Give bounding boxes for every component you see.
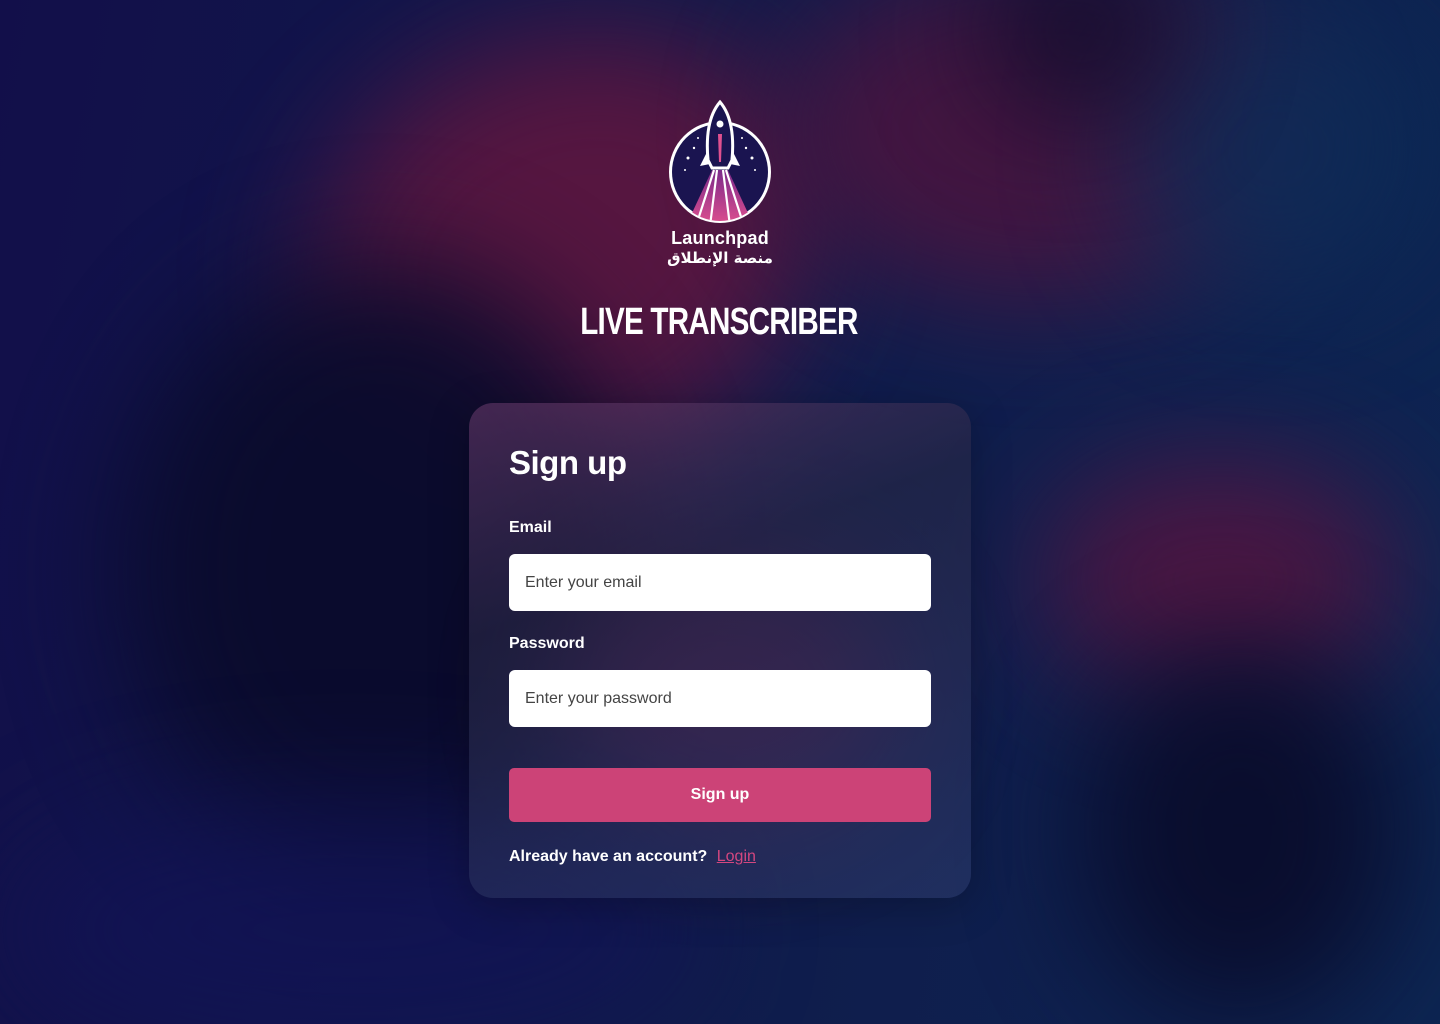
brand-name: Launchpad [671,228,769,248]
email-field[interactable] [509,554,931,611]
form-title: Sign up [509,444,627,481]
brand-logo: Launchpad منصة الإنطلاق [0,98,1440,268]
brand-name-arabic: منصة الإنطلاق [667,249,773,267]
signup-card: Sign up Email Password Sign up Already h… [469,403,971,898]
rocket-logo-icon [669,99,771,223]
password-field[interactable] [509,670,931,727]
email-label: Email [509,519,552,536]
login-link[interactable]: Login [717,848,756,865]
login-prompt-text: Already have an account? [509,848,708,865]
app-title: LIVE TRANSCRIBER [580,301,858,343]
password-label: Password [509,635,585,652]
login-prompt-row: Already have an account? Login [509,847,931,867]
signup-button[interactable]: Sign up [509,768,931,822]
